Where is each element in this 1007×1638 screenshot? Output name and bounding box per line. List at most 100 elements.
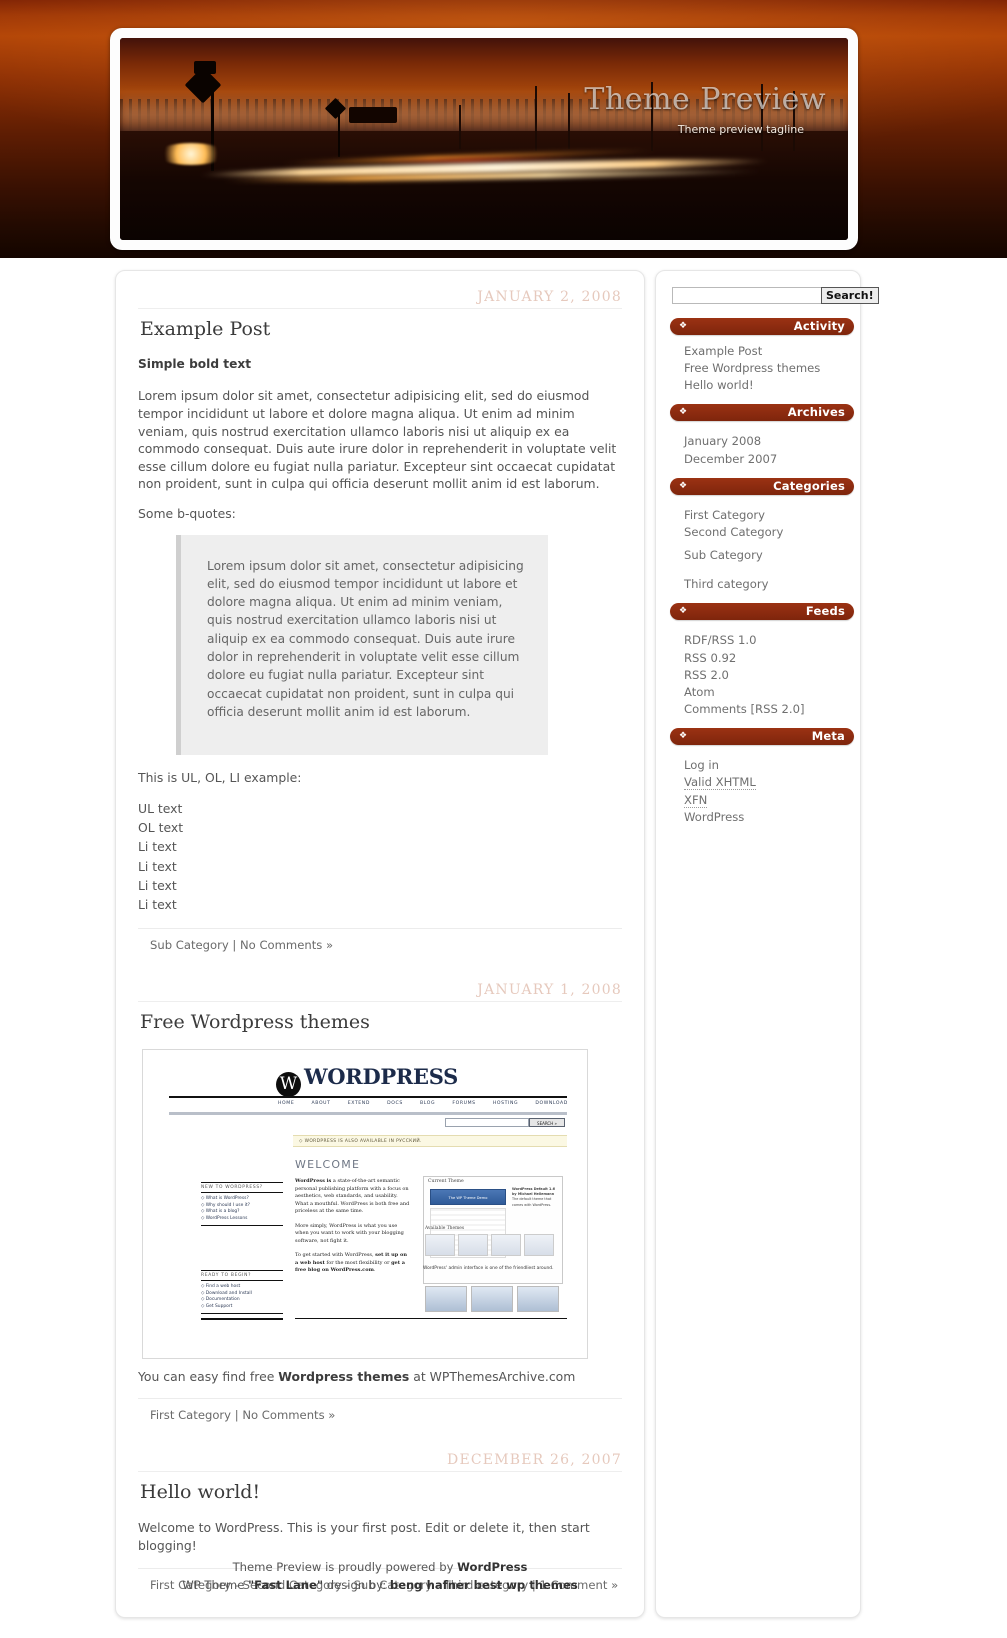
diamond-icon: ❖ <box>679 407 688 418</box>
wp-theme-thumb <box>491 1234 521 1257</box>
wp-left-link: ◇ Why should I use it? <box>201 1202 250 1208</box>
diamond-icon: ❖ <box>679 480 688 491</box>
list-intro: This is UL, OL, LI example: <box>138 770 302 786</box>
list-item: UL text <box>138 800 183 816</box>
sidebar-item-wordpress[interactable]: WordPress <box>684 809 850 826</box>
footer-designer-link[interactable]: beng hafner best wp themes <box>390 1578 578 1592</box>
widget-list-archives: January 2008 December 2007 <box>666 433 850 467</box>
header-photo: Theme Preview Theme preview tagline <box>120 38 848 240</box>
wp-para-1-bold: WordPress is <box>295 1178 332 1185</box>
wp-nav-blog: BLOG <box>420 1101 436 1107</box>
wp-search-input <box>445 1118 529 1128</box>
wp-divider <box>169 1112 567 1116</box>
photo-bare-tree <box>567 92 570 150</box>
sidebar-item-example-post[interactable]: Example Post <box>684 343 850 360</box>
sidebar-item-hello-world[interactable]: Hello world! <box>684 377 850 394</box>
photo-ground <box>120 130 848 240</box>
post-body: Welcome to WordPress. This is your first… <box>138 1519 622 1554</box>
photo-sign-bar <box>194 61 217 75</box>
post-body: Simple bold text Lorem ipsum dolor sit a… <box>138 356 622 914</box>
sidebar-item-atom[interactable]: Atom <box>684 684 850 701</box>
wp-admin-caption: WordPress' admin interface is one of the… <box>423 1266 554 1272</box>
widget-header-archives: ❖ Archives <box>670 404 854 422</box>
wp-box-right-text: WordPress Default 1.6 by Michael Heilema… <box>512 1187 560 1207</box>
post-title[interactable]: Example Post <box>138 318 622 340</box>
wp-nav-extend: EXTEND <box>347 1101 370 1107</box>
sidebar-item-january-2008[interactable]: January 2008 <box>684 433 850 450</box>
wp-para-3: To get started with WordPress, set it up… <box>295 1252 410 1275</box>
wp-nav-download: DOWNLOAD <box>535 1101 568 1107</box>
caption-pre: You can easy find free <box>138 1369 279 1385</box>
post-category-link[interactable]: First Category <box>150 1408 231 1422</box>
wp-nav-docs: DOCS <box>387 1101 403 1107</box>
sidebar: Search! ❖ Activity Example Post Free Wor… <box>655 270 879 1618</box>
photo-road-board <box>349 106 398 123</box>
wp-para-2: More simply, WordPress is what you use w… <box>295 1222 404 1244</box>
post-comments-link[interactable]: No Comments » <box>240 938 333 952</box>
footer-theme-name: "Fast Lane" <box>248 1578 324 1593</box>
post-bold-line: Simple bold text <box>138 357 252 371</box>
sidebar-item-rss-2-0[interactable]: RSS 2.0 <box>684 667 850 684</box>
wp-search-button: SEARCH » <box>529 1118 565 1128</box>
sidebar-item-third-category[interactable]: Third category <box>684 576 850 593</box>
wp-para-3-mid: for the most flexibility or <box>324 1259 392 1266</box>
sidebar-item-rdf-rss-1-0[interactable]: RDF/RSS 1.0 <box>684 632 850 649</box>
footer-line-1: Theme Preview is proudly powered by Word… <box>116 1558 644 1577</box>
post-footer: First Category | No Comments » <box>138 1398 622 1422</box>
wp-para-1: WordPress is a state-of-the-art semantic… <box>295 1178 410 1216</box>
wp-left-links-2: ◇ Find a web host ◇ Download and Install… <box>201 1284 283 1315</box>
widget-list-activity: Example Post Free Wordpress themes Hello… <box>666 343 850 394</box>
list-item: OL text <box>138 820 184 836</box>
post-title[interactable]: Hello world! <box>138 1481 622 1503</box>
footer-separator: | <box>234 1408 239 1423</box>
post-title[interactable]: Free Wordpress themes <box>138 1011 622 1033</box>
site-title[interactable]: Theme Preview <box>584 82 826 117</box>
wp-left-heading-1: NEW TO WORDPRESS? <box>201 1182 283 1194</box>
photo-bare-tree <box>458 104 461 150</box>
widget-title: Feeds <box>805 604 845 619</box>
wp-logo-text: WORDPRESS <box>304 1064 458 1090</box>
footer-powered-pre: Theme Preview is proudly powered by <box>232 1559 458 1574</box>
sidebar-item-label: XFN <box>684 792 708 808</box>
sidebar-item-comments-rss[interactable]: Comments [RSS 2.0] <box>684 701 850 718</box>
wp-left-link: ◇ WordPress Lessons <box>201 1215 248 1221</box>
search-button[interactable]: Search! <box>821 287 879 304</box>
post-category-link[interactable]: Sub Category <box>150 938 229 952</box>
unordered-list: UL text OL text Li text Li text Li text … <box>138 799 622 914</box>
sidebar-item-free-wordpress-themes[interactable]: Free Wordpress themes <box>684 360 850 377</box>
blockquote-intro: Some b-quotes: <box>138 505 236 521</box>
wordpress-screenshot-image[interactable]: W WORDPRESS HOME ABOUT EXTEND DOCS BLOG F… <box>142 1049 588 1360</box>
sidebar-item-first-category[interactable]: First Category <box>684 507 850 524</box>
wp-para-3-pre: To get started with WordPress, <box>295 1252 376 1259</box>
wp-theme-thumb <box>425 1234 455 1257</box>
wp-left-link: ◇ What is a blog? <box>201 1209 240 1215</box>
caption-bold: Wordpress themes <box>278 1369 410 1385</box>
wp-theme-thumb <box>524 1234 554 1257</box>
search-form: Search! <box>672 287 879 304</box>
sidebar-item-valid-xhtml[interactable]: Valid XHTML <box>684 774 850 791</box>
widget-header-meta: ❖ Meta <box>670 728 854 746</box>
wp-left-link: ◇ Documentation <box>201 1297 240 1303</box>
site-footer: Theme Preview is proudly powered by Word… <box>116 1558 644 1595</box>
search-input[interactable] <box>672 287 821 304</box>
wp-admin-thumbnails <box>425 1286 559 1313</box>
widget-title: Archives <box>787 405 845 420</box>
footer-line-2: WP Theme "Fast Lane" design by: beng haf… <box>116 1576 644 1595</box>
diamond-icon: ❖ <box>679 321 688 331</box>
sidebar-item-rss-0-92[interactable]: RSS 0.92 <box>684 650 850 667</box>
post-footer: Sub Category | No Comments » <box>138 928 622 952</box>
wp-nav-about: ABOUT <box>311 1101 331 1107</box>
widget-title: Categories <box>773 478 845 493</box>
wp-left-link: ◇ Find a web host <box>201 1284 241 1290</box>
sidebar-item-xfn[interactable]: XFN <box>684 792 850 809</box>
post-comments-link[interactable]: No Comments » <box>242 1408 335 1422</box>
footer-wordpress-link[interactable]: WordPress <box>457 1560 527 1574</box>
wp-nav-home: HOME <box>278 1101 295 1107</box>
widget-list-feeds: RDF/RSS 1.0 RSS 0.92 RSS 2.0 Atom Commen… <box>666 632 850 718</box>
sidebar-item-log-in[interactable]: Log in <box>684 757 850 774</box>
sidebar-item-december-2007[interactable]: December 2007 <box>684 451 850 468</box>
sidebar-item-sub-category[interactable]: Sub Category <box>684 547 850 564</box>
wp-divider <box>169 1096 567 1099</box>
sidebar-item-second-category[interactable]: Second Category <box>684 524 850 541</box>
post-paragraph: Welcome to WordPress. This is your first… <box>138 1520 590 1553</box>
